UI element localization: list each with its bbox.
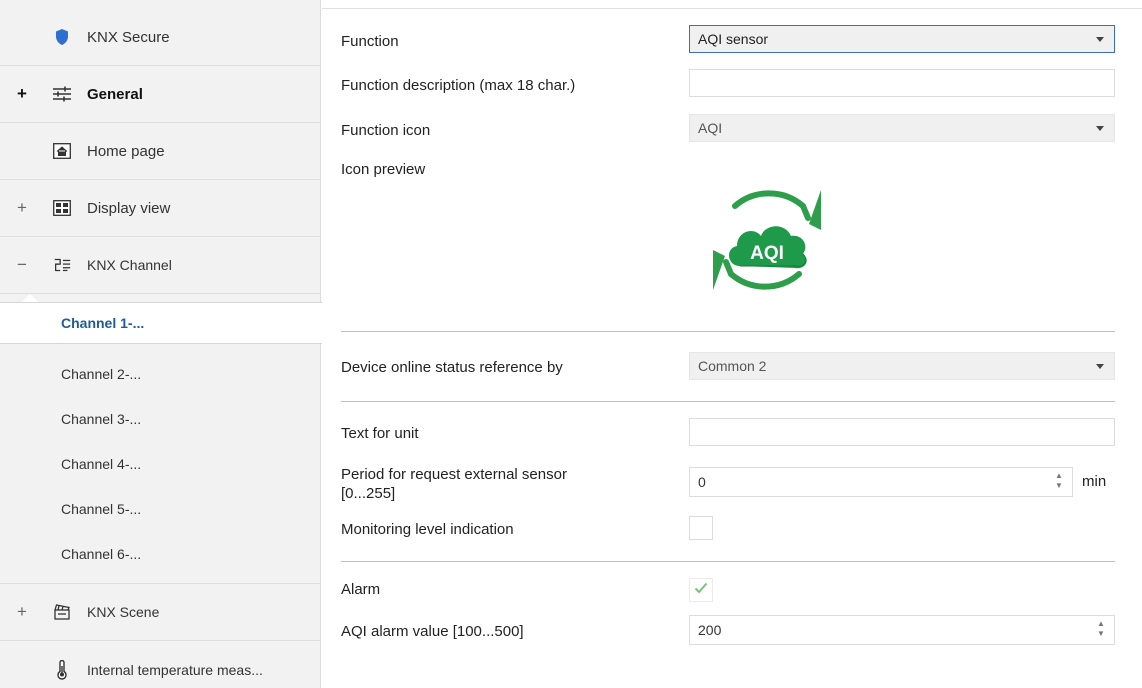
function-icon-select[interactable]: AQI <box>689 114 1115 142</box>
function-description-label: Function description (max 18 char.) <box>341 77 576 94</box>
chevron-down-icon <box>1096 126 1104 131</box>
shield-icon <box>52 27 72 47</box>
sidebar-item-label: Channel 5-... <box>61 501 142 517</box>
sidebar-item-label: KNX Channel <box>87 257 172 273</box>
device-online-label: Device online status reference by <box>341 359 563 376</box>
function-description-input[interactable] <box>689 69 1115 97</box>
sidebar-item-label: KNX Secure <box>87 28 170 46</box>
sidebar-item-channel-1[interactable]: Channel 1-... <box>0 302 322 344</box>
sidebar-item-channel-5[interactable]: Channel 5-... <box>0 488 321 530</box>
period-unit: min <box>1082 473 1107 490</box>
parameter-panel: Function AQI sensor Function description… <box>322 0 1142 688</box>
top-border <box>322 8 1142 9</box>
sidebar-item-label: KNX Scene <box>87 604 160 620</box>
sidebar-item-label: Internal temperature meas... <box>87 661 263 678</box>
text-for-unit-input[interactable] <box>689 418 1115 446</box>
scene-icon <box>52 602 72 622</box>
device-online-select[interactable]: Common 2 <box>689 352 1115 380</box>
spinner-arrows-icon[interactable]: ▲ ▼ <box>1096 620 1106 638</box>
sidebar-item-label: Home page <box>87 142 165 160</box>
thermometer-icon <box>52 659 72 680</box>
checkmark-icon <box>694 581 708 599</box>
sidebar: KNX Secure + General Home page + Display… <box>0 0 322 688</box>
expand-icon[interactable]: + <box>14 198 30 218</box>
sidebar-item-label: Display view <box>87 199 171 217</box>
sidebar-item-label: Channel 6-... <box>61 546 142 562</box>
aqi-alarm-stepper[interactable]: 200 ▲ ▼ <box>689 615 1115 645</box>
section-divider <box>341 331 1115 332</box>
sidebar-item-knx-scene[interactable]: + KNX Scene <box>0 584 321 641</box>
alarm-checkbox[interactable] <box>689 578 713 602</box>
sidebar-item-general[interactable]: + General <box>0 66 321 123</box>
sidebar-item-label: Channel 3-... <box>61 411 142 427</box>
sidebar-item-channel-3[interactable]: Channel 3-... <box>0 398 321 440</box>
display-view-icon <box>52 198 72 218</box>
period-stepper[interactable]: 0 ▲ ▼ <box>689 467 1073 497</box>
knx-channel-icon <box>52 255 72 275</box>
sidebar-item-label: Channel 4-... <box>61 456 142 472</box>
aqi-cloud-icon: AQI <box>705 180 829 300</box>
sidebar-item-display-view[interactable]: + Display view <box>0 180 321 237</box>
function-icon-value: AQI <box>698 120 723 136</box>
chevron-down-icon <box>1096 37 1104 42</box>
icon-preview-label: Icon preview <box>341 161 426 178</box>
sidebar-item-channel-2[interactable]: Channel 2-... <box>0 353 321 395</box>
chevron-down-icon <box>1096 364 1104 369</box>
aqi-alarm-label: AQI alarm value [100...500] <box>341 623 524 640</box>
sidebar-item-label: Channel 2-... <box>61 366 142 382</box>
expand-icon[interactable]: + <box>14 84 30 104</box>
selection-pointer <box>22 294 38 302</box>
sliders-icon <box>52 84 72 104</box>
sidebar-item-channel-4[interactable]: Channel 4-... <box>0 443 321 485</box>
monitoring-checkbox[interactable] <box>689 516 713 540</box>
sidebar-item-internal-temperature[interactable]: Internal temperature meas... <box>0 641 321 688</box>
period-label-line1: Period for request external sensor <box>341 466 567 483</box>
function-label: Function <box>341 33 399 50</box>
section-divider <box>341 401 1115 402</box>
period-value: 0 <box>698 474 706 490</box>
sidebar-item-label: General <box>87 85 143 103</box>
device-online-value: Common 2 <box>698 358 767 374</box>
collapse-icon[interactable]: − <box>14 255 30 275</box>
alarm-label: Alarm <box>341 581 381 598</box>
sidebar-item-label: Channel 1-... <box>61 315 145 331</box>
aqi-icon-text: AQI <box>750 243 784 264</box>
sidebar-item-knx-channel[interactable]: − KNX Channel <box>0 237 321 294</box>
aqi-alarm-value: 200 <box>698 622 722 638</box>
sidebar-item-channel-6[interactable]: Channel 6-... <box>0 533 321 575</box>
spinner-arrows-icon[interactable]: ▲ ▼ <box>1054 472 1064 490</box>
monitoring-label: Monitoring level indication <box>341 521 514 538</box>
function-select[interactable]: AQI sensor <box>689 25 1115 53</box>
period-label-line2: [0...255] <box>341 485 396 502</box>
function-icon-label: Function icon <box>341 122 431 139</box>
function-value: AQI sensor <box>698 31 769 47</box>
section-divider <box>341 561 1115 562</box>
text-for-unit-label: Text for unit <box>341 425 419 442</box>
expand-icon[interactable]: + <box>14 602 30 622</box>
sidebar-item-knx-secure[interactable]: KNX Secure <box>0 9 321 66</box>
home-icon <box>52 141 72 161</box>
sidebar-item-home-page[interactable]: Home page <box>0 123 321 180</box>
